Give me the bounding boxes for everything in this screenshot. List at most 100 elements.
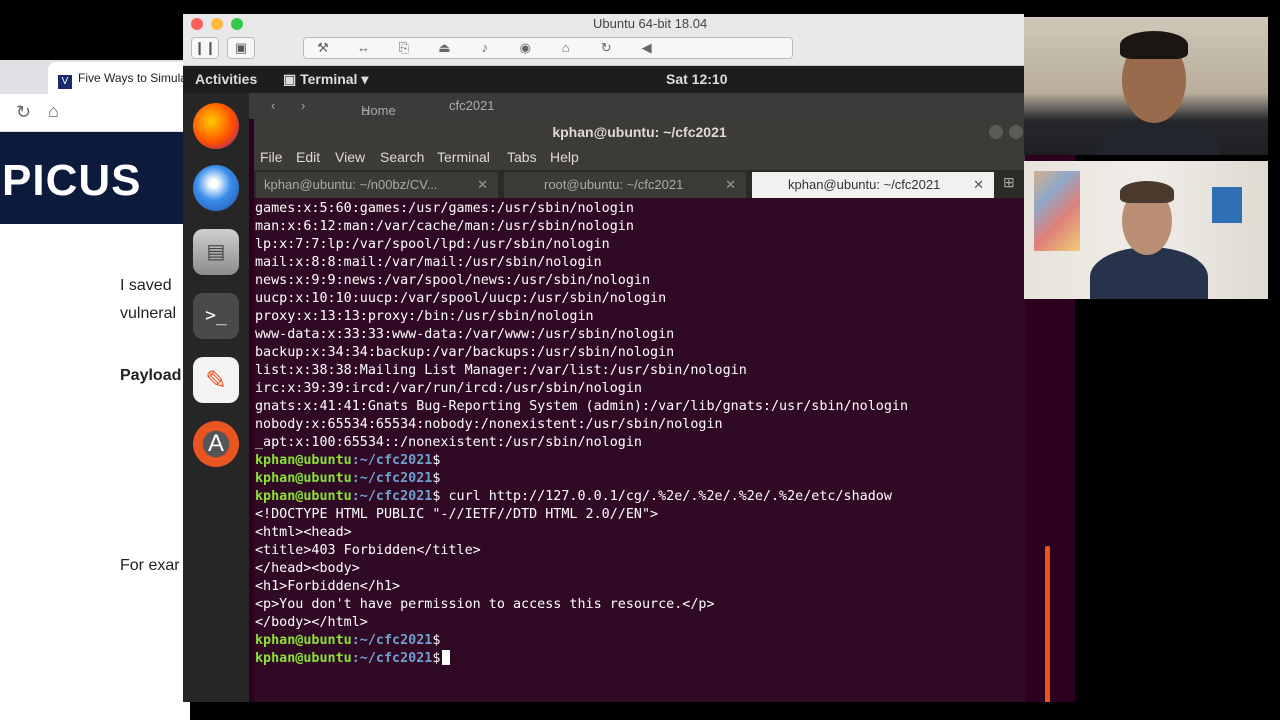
output-line: <p>You don't have permission to access t…: [255, 597, 715, 612]
zoom-window-button[interactable]: [231, 18, 243, 30]
terminal-tab[interactable]: root@ubuntu: ~/cfc2021 ✕: [504, 172, 746, 198]
files-folder-crumb[interactable]: cfc2021: [449, 98, 495, 113]
prompt-line: kphan@ubuntu:~/cfc2021$: [255, 650, 1025, 668]
files-home-label: Home: [361, 103, 396, 118]
minimize-window-button[interactable]: [211, 18, 223, 30]
output-line: _apt:x:100:65534::/nonexistent:/usr/sbin…: [255, 435, 642, 450]
snapshot-icon[interactable]: ▣: [227, 37, 255, 59]
app-menu-label: Terminal ▾: [300, 71, 369, 87]
minimize-icon[interactable]: [989, 125, 1003, 139]
menu-search[interactable]: Search: [380, 149, 424, 165]
clock[interactable]: Sat 12:10: [666, 71, 727, 87]
menu-view[interactable]: View: [335, 149, 365, 165]
ubuntu-desktop: Activities ▣ Terminal ▾ Sat 12:10 ‹ › ⌂ …: [183, 66, 1075, 702]
terminal-icon[interactable]: >_: [193, 293, 239, 339]
output-line: news:x:9:9:news:/var/spool/news:/usr/sbi…: [255, 273, 651, 288]
prompt-path: :~/cfc2021: [351, 633, 433, 648]
collapse-icon[interactable]: ◀: [630, 38, 664, 58]
prompt-path: :~/cfc2021: [351, 489, 433, 504]
close-tab-icon[interactable]: ✕: [973, 172, 984, 198]
person-hair: [1120, 31, 1188, 59]
files-window-header: ‹ › ⌂ Home cfc2021: [249, 93, 1075, 119]
home-icon[interactable]: ⌂: [48, 101, 59, 122]
site-logo: PICUS: [0, 132, 190, 224]
ubuntu-dock: ▤ >_ ✎ A: [183, 93, 249, 702]
new-tab-icon[interactable]: ⊞: [1003, 174, 1015, 191]
terminal-icon: ▣: [283, 71, 301, 87]
network-icon[interactable]: ↔: [346, 38, 380, 58]
forward-icon[interactable]: ›: [301, 98, 305, 113]
close-window-button[interactable]: [191, 18, 203, 30]
firefox-icon[interactable]: [193, 103, 239, 149]
article-text-line: vulneral: [120, 305, 177, 322]
menu-tabs[interactable]: Tabs: [507, 149, 537, 165]
prompt-suffix: $: [432, 471, 441, 486]
prompt-path: :~/cfc2021: [351, 651, 433, 666]
output-line: www-data:x:33:33:www-data:/var/www:/usr/…: [255, 327, 675, 342]
activities-button[interactable]: Activities: [195, 71, 257, 87]
reload-icon[interactable]: ↻: [16, 102, 31, 123]
prompt-line: kphan@ubuntu:~/cfc2021$ curl http://127.…: [255, 488, 1025, 506]
output-line: list:x:38:38:Mailing List Manager:/var/l…: [255, 363, 747, 378]
background-browser: V Five Ways to Simulat ↻ ⌂ PICUS I saved …: [0, 60, 190, 720]
thunderbird-icon[interactable]: [193, 165, 239, 211]
maximize-icon[interactable]: [1009, 125, 1023, 139]
terminal-tab-active[interactable]: kphan@ubuntu: ~/cfc2021 ✕: [752, 172, 994, 198]
prompt-suffix: $: [432, 633, 441, 648]
text-editor-icon[interactable]: ✎: [193, 357, 239, 403]
scrollbar[interactable]: [1045, 546, 1050, 702]
menu-edit[interactable]: Edit: [296, 149, 320, 165]
prompt-path: :~/cfc2021: [351, 471, 433, 486]
output-line: backup:x:34:34:backup:/var/backups:/usr/…: [255, 345, 675, 360]
terminal-window: kphan@ubuntu: ~/cfc2021 File Edit View S…: [254, 118, 1050, 702]
wall-art: [1034, 171, 1080, 251]
text-cursor: [442, 650, 451, 665]
prompt-suffix: $: [432, 651, 441, 666]
close-tab-icon[interactable]: ✕: [725, 172, 736, 198]
prompt-line: kphan@ubuntu:~/cfc2021$: [255, 470, 1025, 488]
usb-icon[interactable]: ⌂: [549, 38, 583, 58]
prompt-user: kphan@ubuntu: [255, 453, 352, 468]
prompt-user: kphan@ubuntu: [255, 633, 352, 648]
close-tab-icon[interactable]: ✕: [477, 172, 488, 198]
menu-help[interactable]: Help: [550, 149, 579, 165]
prompt-user: kphan@ubuntu: [255, 471, 352, 486]
files-icon[interactable]: ▤: [193, 229, 239, 275]
pause-icon[interactable]: ❙❙: [191, 37, 219, 59]
person-hair: [1120, 181, 1174, 203]
article-text-line: For exar: [120, 557, 180, 574]
back-icon[interactable]: ‹: [271, 98, 275, 113]
webcam-feed: [1024, 161, 1268, 299]
output-line: </body></html>: [255, 615, 368, 630]
menu-file[interactable]: File: [260, 149, 283, 165]
terminal-tab-bar: kphan@ubuntu: ~/n00bz/CV... ✕ root@ubuntu…: [254, 170, 1025, 198]
output-line: lp:x:7:7:lp:/var/spool/lpd:/usr/sbin/nol…: [255, 237, 610, 252]
prompt-line: kphan@ubuntu:~/cfc2021$: [255, 452, 1025, 470]
output-line: mail:x:8:8:mail:/var/mail:/usr/sbin/nolo…: [255, 255, 602, 270]
browser-tab-title: Five Ways to Simulat: [78, 71, 190, 85]
prompt-user: kphan@ubuntu: [255, 489, 352, 504]
terminal-tab-label: kphan@ubuntu: ~/cfc2021: [788, 177, 941, 192]
app-menu[interactable]: ▣ Terminal ▾: [283, 71, 368, 88]
eject-icon[interactable]: ⏏: [427, 38, 461, 58]
settings-icon[interactable]: ⚒: [306, 38, 340, 58]
favicon-icon: V: [58, 75, 72, 89]
prompt-line: kphan@ubuntu:~/cfc2021$: [255, 632, 1025, 650]
refresh-icon[interactable]: ↻: [589, 38, 623, 58]
output-line: proxy:x:13:13:proxy:/bin:/usr/sbin/nolog…: [255, 309, 594, 324]
camera-icon[interactable]: ◉: [508, 38, 542, 58]
disk-icon[interactable]: ⎘: [387, 38, 421, 58]
output-line: </head><body>: [255, 561, 360, 576]
sound-icon[interactable]: ♪: [468, 38, 502, 58]
wall-art: [1212, 187, 1242, 223]
browser-tab[interactable]: V Five Ways to Simulat: [48, 62, 190, 94]
gnome-top-bar: Activities ▣ Terminal ▾ Sat 12:10: [183, 66, 1075, 93]
output-line: <!DOCTYPE HTML PUBLIC "-//IETF//DTD HTML…: [255, 507, 659, 522]
browser-nav-bar: ↻ ⌂: [0, 94, 190, 132]
software-updater-icon[interactable]: A: [193, 421, 239, 467]
browser-tab-bar: V Five Ways to Simulat: [0, 60, 190, 94]
output-line: gnats:x:41:41:Gnats Bug-Reporting System…: [255, 399, 909, 414]
terminal-output[interactable]: games:x:5:60:games:/usr/games:/usr/sbin/…: [255, 200, 1025, 700]
terminal-tab[interactable]: kphan@ubuntu: ~/n00bz/CV... ✕: [256, 172, 498, 198]
menu-terminal[interactable]: Terminal: [437, 149, 490, 165]
